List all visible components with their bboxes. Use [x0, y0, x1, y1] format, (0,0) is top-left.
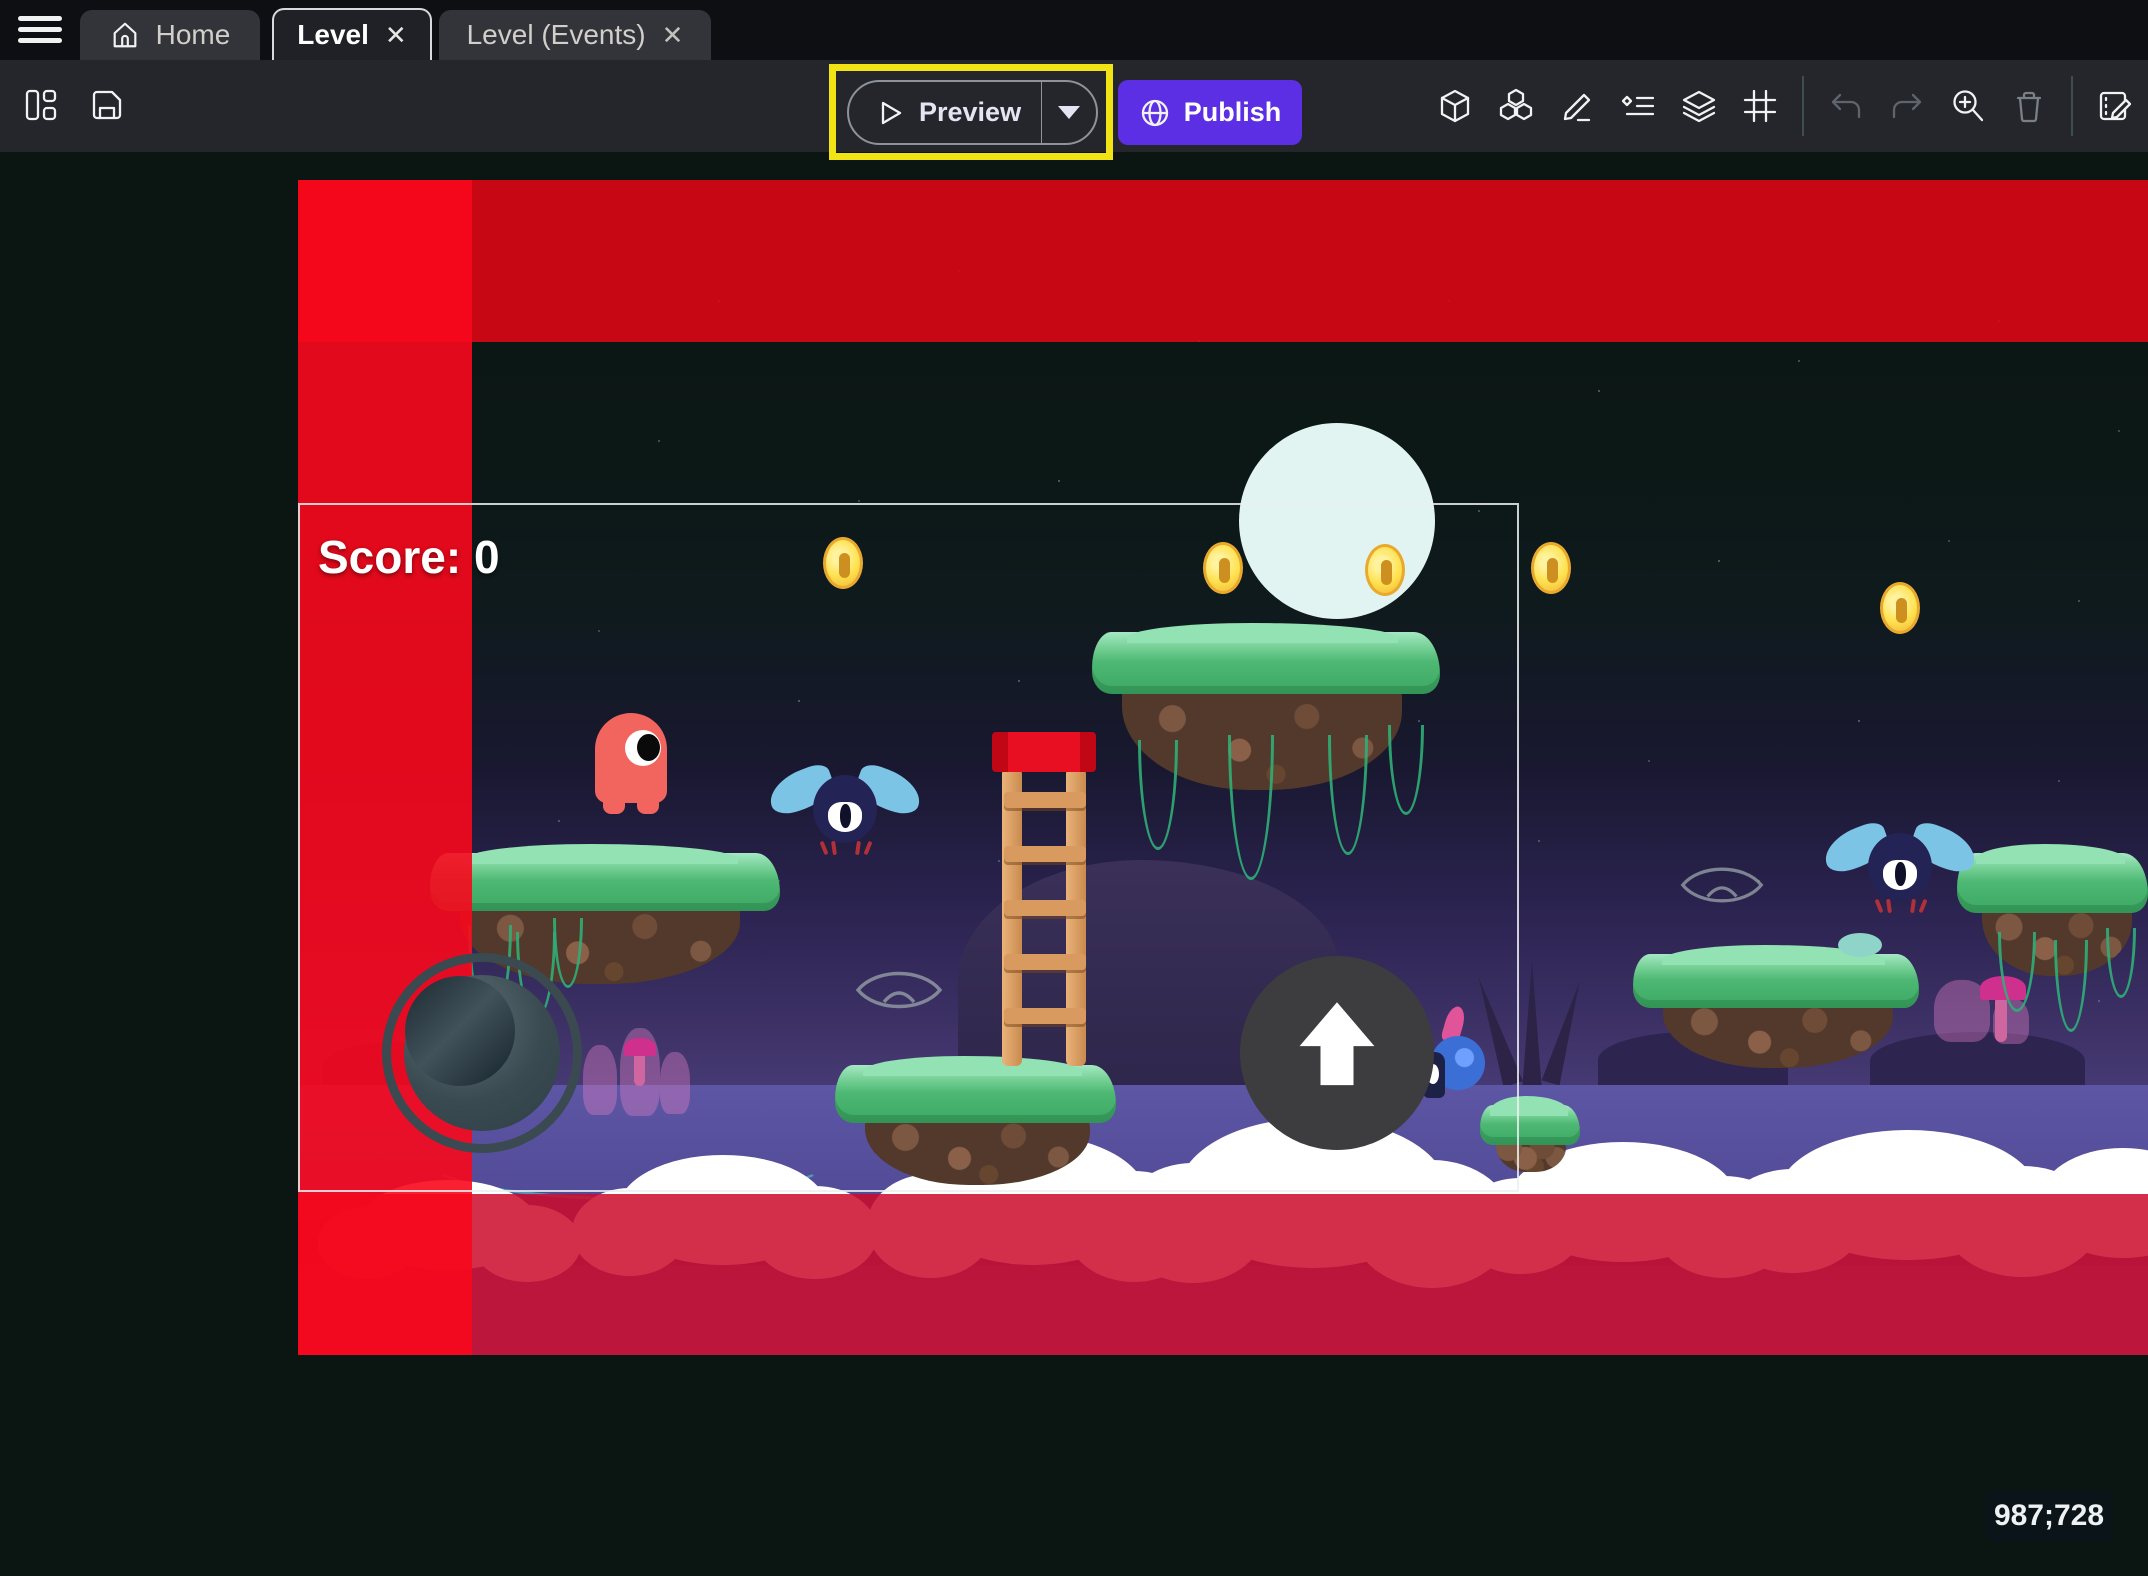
tab-home[interactable]: Home [80, 10, 260, 60]
toolbar: Preview Publish [0, 60, 2148, 152]
cursor-coordinates: 987;728 [1985, 1490, 2113, 1542]
add-object-icon[interactable] [1436, 87, 1474, 125]
coin[interactable] [1531, 542, 1571, 594]
tab-level-label: Level [297, 19, 369, 51]
menu-icon[interactable] [18, 16, 64, 46]
red-zone-bottom [298, 1194, 2148, 1355]
events-sheet-icon[interactable] [2096, 87, 2134, 125]
divider [1802, 76, 1804, 136]
joystick[interactable] [382, 953, 582, 1153]
close-icon[interactable]: ✕ [662, 22, 684, 48]
score-text: Score: 0 [318, 530, 500, 584]
tab-events-label: Level (Events) [467, 19, 646, 51]
eye-decoration [1678, 862, 1766, 908]
preview-dropdown[interactable] [1042, 106, 1096, 119]
layers-icon[interactable] [1680, 87, 1718, 125]
tab-bar: Home Level ✕ Level (Events) ✕ [0, 0, 2148, 60]
bat-enemy[interactable] [1825, 813, 1975, 923]
scene-viewport[interactable]: Score: 0 [298, 180, 2148, 1355]
preview-label: Preview [919, 97, 1021, 128]
instances-icon[interactable] [1619, 87, 1657, 125]
save-icon[interactable] [88, 86, 126, 124]
objects-icon[interactable] [1497, 87, 1535, 125]
zoom-in-icon[interactable] [1949, 87, 1987, 125]
coin[interactable] [1880, 582, 1920, 634]
publish-button[interactable]: Publish [1118, 80, 1302, 145]
undo-icon[interactable] [1827, 87, 1865, 125]
jump-arrow-icon [1282, 990, 1392, 1112]
home-icon [110, 20, 140, 50]
editor-canvas: Score: 0 [0, 152, 2148, 1576]
publish-label: Publish [1184, 97, 1282, 128]
stone [1838, 933, 1882, 957]
app-window: Home Level ✕ Level (Events) ✕ [0, 0, 2148, 1576]
globe-icon [1139, 97, 1171, 129]
caret-down-icon [1058, 106, 1080, 119]
grid-icon[interactable] [1741, 87, 1779, 125]
mushroom [1995, 996, 2007, 1042]
close-icon[interactable]: ✕ [385, 22, 407, 48]
play-icon [875, 98, 905, 128]
toolbar-right-icons [1436, 74, 2134, 138]
redo-icon[interactable] [1888, 87, 1926, 125]
layout-icon[interactable] [22, 86, 60, 124]
edit-icon[interactable] [1558, 87, 1596, 125]
delete-icon[interactable] [2010, 87, 2048, 125]
tab-home-label: Home [156, 19, 231, 51]
divider [2071, 76, 2073, 136]
preview-button[interactable]: Preview [847, 80, 1098, 145]
red-zone-top [298, 180, 2148, 342]
tab-level-events[interactable]: Level (Events) ✕ [439, 10, 711, 60]
dark-plant [1530, 976, 1599, 1089]
jump-button[interactable] [1240, 956, 1434, 1150]
preview-main[interactable]: Preview [849, 97, 1041, 128]
tab-level-active[interactable]: Level ✕ [272, 8, 432, 60]
